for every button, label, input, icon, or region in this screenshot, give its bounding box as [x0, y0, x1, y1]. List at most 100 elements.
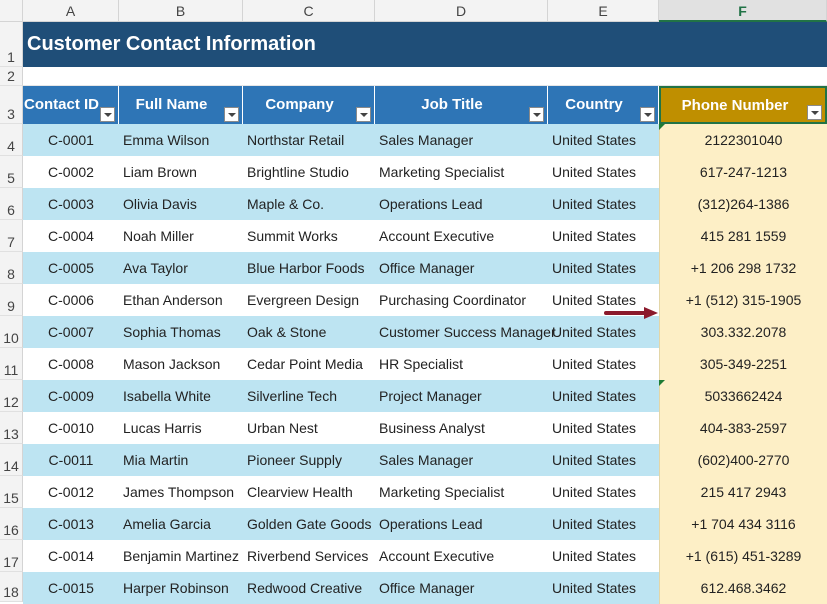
- filter-dropdown-icon[interactable]: [529, 107, 544, 122]
- filter-dropdown-icon[interactable]: [224, 107, 239, 122]
- contact-id-cell[interactable]: C-0006: [23, 284, 119, 316]
- full-name-cell[interactable]: Sophia Thomas: [119, 316, 243, 348]
- row-header[interactable]: 11: [0, 348, 23, 380]
- phone-number-cell[interactable]: +1 (512) 315-1905: [659, 284, 827, 316]
- job-title-cell[interactable]: Project Manager: [375, 380, 548, 412]
- column-header-c[interactable]: C: [243, 0, 375, 22]
- phone-number-cell[interactable]: 5033662424: [659, 380, 827, 412]
- contact-id-cell[interactable]: C-0011: [23, 444, 119, 476]
- job-title-cell[interactable]: Operations Lead: [375, 508, 548, 540]
- row-header[interactable]: 8: [0, 252, 23, 284]
- phone-number-cell[interactable]: 2122301040: [659, 124, 827, 156]
- header-country[interactable]: Country: [548, 86, 659, 124]
- header-job-title[interactable]: Job Title: [375, 86, 548, 124]
- full-name-cell[interactable]: Olivia Davis: [119, 188, 243, 220]
- error-indicator-icon[interactable]: [659, 124, 665, 130]
- header-company[interactable]: Company: [243, 86, 375, 124]
- job-title-cell[interactable]: Customer Success Manager: [375, 316, 556, 348]
- row-header[interactable]: 16: [0, 508, 23, 540]
- row-header[interactable]: 17: [0, 540, 23, 572]
- row-header[interactable]: 1: [0, 22, 23, 67]
- phone-number-cell[interactable]: +1 (615) 451-3289: [659, 540, 827, 572]
- row-header[interactable]: 4: [0, 124, 23, 156]
- company-cell[interactable]: Pioneer Supply: [243, 444, 375, 476]
- job-title-cell[interactable]: Account Executive: [375, 220, 548, 252]
- country-cell[interactable]: United States: [548, 444, 659, 476]
- phone-number-cell[interactable]: 617-247-1213: [659, 156, 827, 188]
- job-title-cell[interactable]: Office Manager: [375, 572, 548, 604]
- row-header[interactable]: 18: [0, 572, 23, 602]
- company-cell[interactable]: Clearview Health: [243, 476, 375, 508]
- row-header[interactable]: 12: [0, 380, 23, 412]
- country-cell[interactable]: United States: [548, 476, 659, 508]
- contact-id-cell[interactable]: C-0008: [23, 348, 119, 380]
- job-title-cell[interactable]: HR Specialist: [375, 348, 548, 380]
- row-header[interactable]: 6: [0, 188, 23, 220]
- full-name-cell[interactable]: Lucas Harris: [119, 412, 243, 444]
- filter-dropdown-icon[interactable]: [100, 107, 115, 122]
- column-header-e[interactable]: E: [548, 0, 659, 22]
- job-title-cell[interactable]: Marketing Specialist: [375, 156, 548, 188]
- header-contact-id[interactable]: Contact ID: [23, 86, 119, 124]
- error-indicator-icon[interactable]: [659, 380, 665, 386]
- row-header[interactable]: 10: [0, 316, 23, 348]
- full-name-cell[interactable]: Mia Martin: [119, 444, 243, 476]
- job-title-cell[interactable]: Sales Manager: [375, 124, 548, 156]
- contact-id-cell[interactable]: C-0004: [23, 220, 119, 252]
- phone-number-cell[interactable]: 303.332.2078: [659, 316, 827, 348]
- contact-id-cell[interactable]: C-0007: [23, 316, 119, 348]
- full-name-cell[interactable]: Isabella White: [119, 380, 243, 412]
- company-cell[interactable]: Blue Harbor Foods: [243, 252, 375, 284]
- company-cell[interactable]: Northstar Retail: [243, 124, 375, 156]
- column-header-f[interactable]: F: [659, 0, 827, 22]
- job-title-cell[interactable]: Operations Lead: [375, 188, 548, 220]
- country-cell[interactable]: United States: [548, 348, 659, 380]
- company-cell[interactable]: Brightline Studio: [243, 156, 375, 188]
- full-name-cell[interactable]: Ethan Anderson: [119, 284, 243, 316]
- country-cell[interactable]: United States: [548, 316, 659, 348]
- job-title-cell[interactable]: Sales Manager: [375, 444, 548, 476]
- column-header-d[interactable]: D: [375, 0, 548, 22]
- column-header-b[interactable]: B: [119, 0, 243, 22]
- country-cell[interactable]: United States: [548, 220, 659, 252]
- phone-number-cell[interactable]: 305-349-2251: [659, 348, 827, 380]
- country-cell[interactable]: United States: [548, 380, 659, 412]
- contact-id-cell[interactable]: C-0009: [23, 380, 119, 412]
- company-cell[interactable]: Riverbend Services: [243, 540, 375, 572]
- full-name-cell[interactable]: Benjamin Martinez: [119, 540, 243, 572]
- contact-id-cell[interactable]: C-0005: [23, 252, 119, 284]
- company-cell[interactable]: Cedar Point Media: [243, 348, 375, 380]
- row-header[interactable]: 14: [0, 444, 23, 476]
- company-cell[interactable]: Redwood Creative: [243, 572, 375, 604]
- country-cell[interactable]: United States: [548, 572, 659, 604]
- full-name-cell[interactable]: James Thompson: [119, 476, 243, 508]
- filter-dropdown-icon[interactable]: [356, 107, 371, 122]
- job-title-cell[interactable]: Purchasing Coordinator: [375, 284, 548, 316]
- contact-id-cell[interactable]: C-0001: [23, 124, 119, 156]
- company-cell[interactable]: Evergreen Design: [243, 284, 375, 316]
- filter-dropdown-icon[interactable]: [640, 107, 655, 122]
- phone-number-cell[interactable]: (602)400-2770: [659, 444, 827, 476]
- job-title-cell[interactable]: Office Manager: [375, 252, 548, 284]
- header-full-name[interactable]: Full Name: [119, 86, 243, 124]
- job-title-cell[interactable]: Marketing Specialist: [375, 476, 548, 508]
- filter-dropdown-icon[interactable]: [807, 105, 822, 120]
- contact-id-cell[interactable]: C-0010: [23, 412, 119, 444]
- job-title-cell[interactable]: Business Analyst: [375, 412, 548, 444]
- company-cell[interactable]: Summit Works: [243, 220, 375, 252]
- full-name-cell[interactable]: Amelia Garcia: [119, 508, 243, 540]
- column-header-a[interactable]: A: [23, 0, 119, 22]
- row-header[interactable]: 15: [0, 476, 23, 508]
- country-cell[interactable]: United States: [548, 156, 659, 188]
- company-cell[interactable]: Oak & Stone: [243, 316, 375, 348]
- contact-id-cell[interactable]: C-0003: [23, 188, 119, 220]
- full-name-cell[interactable]: Liam Brown: [119, 156, 243, 188]
- header-phone-number[interactable]: Phone Number: [659, 86, 827, 124]
- row-header[interactable]: 2: [0, 67, 23, 86]
- row-header[interactable]: 9: [0, 284, 23, 316]
- company-cell[interactable]: Maple & Co.: [243, 188, 375, 220]
- contact-id-cell[interactable]: C-0015: [23, 572, 119, 604]
- country-cell[interactable]: United States: [548, 252, 659, 284]
- phone-number-cell[interactable]: 215 417 2943: [659, 476, 827, 508]
- full-name-cell[interactable]: Ava Taylor: [119, 252, 243, 284]
